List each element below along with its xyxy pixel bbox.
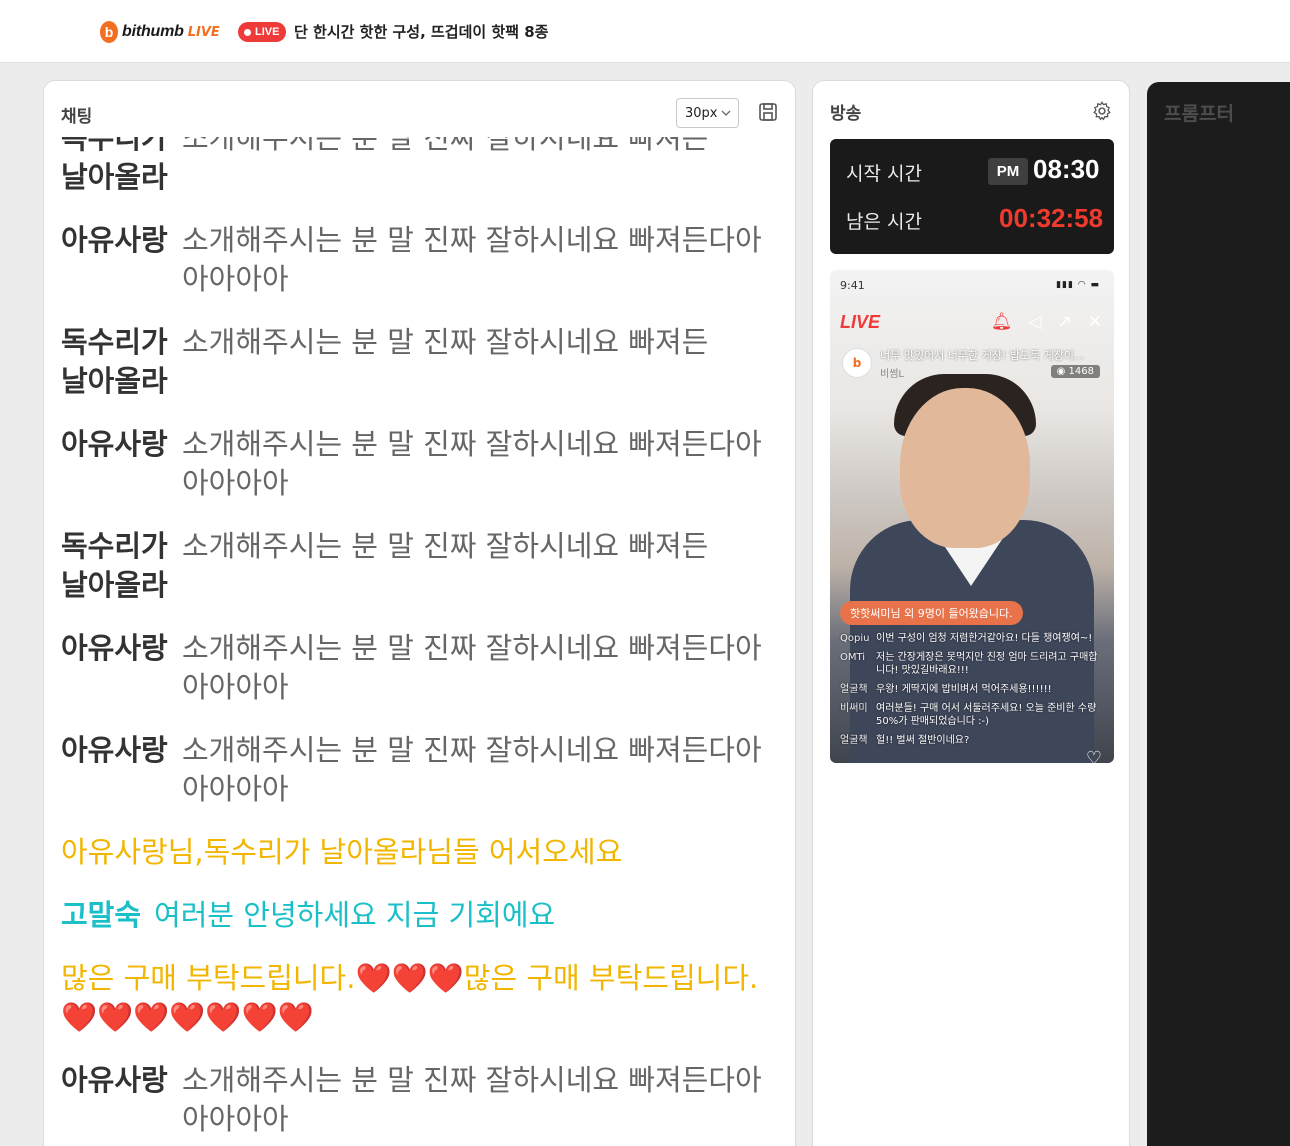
preview-chat-text: 우왕! 게딱지에 밥비벼서 먹어주세용!!!!!!	[876, 684, 1052, 695]
ampm-badge: PM	[988, 158, 1028, 185]
chat-nickname: 독수리가 날아올라	[61, 529, 168, 602]
remaining-time-value: 00:32:58	[999, 203, 1104, 233]
remaining-time-label: 남은 시간	[846, 211, 922, 233]
preview-chat-nick: OMTi	[840, 652, 866, 663]
chevron-down-icon	[721, 110, 731, 116]
host-message: 고말숙 여러분 안녕하세요 지금 기회에요	[61, 896, 781, 935]
font-size-select[interactable]: 30px	[676, 98, 739, 128]
chat-panel: 채팅 30px 독수리가 날아올라 소개해주시는 분 말 진짜 잘하시네요 빠져…	[43, 80, 796, 1146]
chat-nickname: 독수리가 날아올라	[61, 325, 168, 398]
preview-chat-row: 얼굴책 헐!! 벌써 절반이네요?	[840, 734, 1104, 747]
chat-text: 소개해주시는 분 말 진짜 잘하시네요 빠져든다아아아아아	[182, 427, 762, 500]
chat-nickname: 아유사랑	[61, 223, 168, 257]
chat-text: 소개해주시는 분 말 진짜 잘하시네요 빠져든다아아아아아	[182, 733, 762, 806]
preview-chat-nick: 비써미	[840, 703, 868, 714]
viewer-count-value: 1468	[1068, 366, 1094, 377]
chat-text: 소개해주시는 분 말 진짜 잘하시네요 빠져든다아아아아아	[182, 1063, 762, 1136]
stream-preview[interactable]: 9:41 ▮▮▮ ◠ ▬ LIVE 🔔︎ ◁ ↗ ✕ b 너무 맛있어서 너무한…	[830, 270, 1114, 763]
chat-message: 아유사랑 소개해주시는 분 말 진짜 잘하시네요 빠져든다아아아아아	[61, 221, 781, 299]
eye-icon: ◉	[1056, 366, 1069, 377]
top-bar: b bithumb LIVE LIVE 단 한시간 핫한 구성, 뜨겁데이 핫팩…	[0, 0, 1290, 63]
chat-text: 소개해주시는 분 말 진짜 잘하시네요 빠져든	[182, 325, 709, 359]
preview-controls: 🔔︎ ◁ ↗ ✕	[991, 312, 1102, 332]
chat-nickname: 아유사랑	[61, 427, 168, 461]
chat-text: 소개해주시는 분 말 진짜 잘하시네요 빠져든	[182, 529, 709, 563]
prompter-panel: 프롬프터	[1147, 82, 1290, 1146]
channel-avatar: b	[842, 348, 872, 378]
preview-chat-row: OMTi 저는 간장게장은 못먹지만 친정 엄마 드리려고 구매합니다! 맛있길바…	[840, 651, 1104, 677]
start-time-label: 시작 시간	[846, 163, 922, 185]
logo-live-text: LIVE	[187, 24, 220, 40]
font-size-value: 30px	[685, 105, 718, 121]
preview-chat-text: 헐!! 벌써 절반이네요?	[876, 735, 970, 746]
bithumb-logo-icon: b	[100, 21, 118, 43]
start-time-value: 08:30	[1033, 154, 1100, 184]
preview-chat-text: 저는 간장게장은 못먹지만 친정 엄마 드리려고 구매합니다! 맛있길바래요!!…	[876, 652, 1098, 676]
preview-chat-row: 비써미 여러분들! 구매 어서 서둘러주세요! 오늘 준비한 수량 50%가 판매…	[840, 702, 1104, 728]
welcome-message: 아유사랑님,독수리가 날아올라님들 어서오세요	[61, 835, 623, 869]
joined-notice: 핫핫써미님 외 9명이 들어왔습니다.	[840, 601, 1023, 625]
chat-message: 독수리가 날아올라 소개해주시는 분 말 진짜 잘하시네요 빠져든	[61, 137, 781, 197]
chat-text: 소개해주시는 분 말 진짜 잘하시네요 빠져든다아아아아아	[182, 223, 762, 296]
preview-live-label: LIVE	[840, 312, 881, 332]
notice-message: 많은 구매 부탁드립니다.❤️❤️❤️많은 구매 부탁드립니다.❤️❤️❤️❤️…	[61, 961, 759, 1034]
preview-clock: 9:41	[840, 279, 865, 292]
broadcast-panel-title: 방송	[830, 104, 862, 124]
bell-icon[interactable]: 🔔︎	[991, 312, 1013, 332]
chat-text: 소개해주시는 분 말 진짜 잘하시네요 빠져든	[182, 137, 709, 155]
prompter-title: 프롬프터	[1164, 103, 1234, 125]
chat-message: 독수리가 날아올라 소개해주시는 분 말 진짜 잘하시네요 빠져든	[61, 527, 781, 605]
chat-title: 채팅	[61, 107, 93, 127]
chat-nickname: 아유사랑	[61, 733, 168, 767]
timer-box: 시작 시간 PM 08:30 남은 시간 00:32:58	[830, 139, 1114, 254]
chat-nickname: 아유사랑	[61, 1063, 168, 1097]
live-badge-label: LIVE	[255, 26, 280, 38]
preview-channel-name: 비썸L	[880, 369, 904, 380]
preview-chat-row: 얼굴책 우왕! 게딱지에 밥비벼서 먹어주세용!!!!!!	[840, 683, 1104, 696]
heart-icon[interactable]: ♡	[1086, 748, 1102, 763]
logo-text: bithumb	[122, 23, 184, 40]
external-link-icon[interactable]: ↗	[1058, 312, 1072, 332]
broadcast-title: 단 한시간 핫한 구성, 뜨겁데이 핫팩 8종	[294, 23, 549, 41]
preview-chat: Qopiu 이번 구성이 엄청 저렴한거같아요! 다들 챙여쟁여~! OMTi 저는…	[840, 632, 1104, 753]
chat-message: 아유사랑 소개해주시는 분 말 진짜 잘하시네요 빠져든다아아아아아	[61, 629, 781, 707]
chat-text: 소개해주시는 분 말 진짜 잘하시네요 빠져든다아아아아아	[182, 631, 762, 704]
save-icon[interactable]	[757, 101, 779, 123]
chat-message: 아유사랑 소개해주시는 분 말 진짜 잘하시네요 빠져든다아아아아아	[61, 731, 781, 809]
preview-chat-nick: 얼굴책	[840, 684, 868, 695]
volume-icon[interactable]: ◁	[1028, 312, 1041, 332]
preview-chat-nick: 얼굴책	[840, 735, 868, 746]
host-face	[900, 388, 1030, 548]
close-icon[interactable]: ✕	[1088, 312, 1102, 332]
chat-list: 독수리가 날아올라 소개해주시는 분 말 진짜 잘하시네요 빠져든 아유사랑 소…	[61, 137, 781, 1146]
chat-nickname: 독수리가 날아올라	[61, 137, 168, 194]
live-dot-icon	[244, 28, 251, 36]
preview-chat-text: 여러분들! 구매 어서 서둘러주세요! 오늘 준비한 수량 50%가 판매되었습…	[876, 703, 1097, 727]
gear-icon[interactable]	[1091, 100, 1113, 122]
chat-nickname: 아유사랑	[61, 631, 168, 665]
host-nickname: 고말숙	[61, 898, 142, 932]
host-text: 여러분 안녕하세요 지금 기회에요	[154, 898, 556, 932]
broadcast-panel: 방송 시작 시간 PM 08:30 남은 시간 00:32:58 9:41 ▮▮…	[812, 80, 1130, 1146]
chat-message: 독수리가 날아올라 소개해주시는 분 말 진짜 잘하시네요 빠져든	[61, 323, 781, 401]
signal-battery-icon: ▮▮▮ ◠ ▬	[1056, 280, 1100, 290]
live-badge: LIVE	[238, 22, 287, 42]
viewer-count: ◉ 1468	[1050, 365, 1100, 378]
preview-chat-text: 이번 구성이 엄청 저렴한거같아요! 다들 챙여쟁여~!	[876, 633, 1093, 644]
preview-chat-row: Qopiu 이번 구성이 엄청 저렴한거같아요! 다들 챙여쟁여~!	[840, 632, 1104, 645]
chat-message: 아유사랑 소개해주시는 분 말 진짜 잘하시네요 빠져든다아아아아아	[61, 425, 781, 503]
bithumb-live-logo[interactable]: b bithumb LIVE	[100, 20, 220, 44]
preview-stream-title: 너무 맛있어서 너무한 게장! 밥도둑 게장이...	[880, 349, 1085, 362]
chat-scroll-area[interactable]: 독수리가 날아올라 소개해주시는 분 말 진짜 잘하시네요 빠져든 아유사랑 소…	[44, 137, 795, 1146]
chat-message: 아유사랑 소개해주시는 분 말 진짜 잘하시네요 빠져든다아아아아아	[61, 1061, 781, 1139]
preview-chat-nick: Qopiu	[840, 633, 870, 644]
